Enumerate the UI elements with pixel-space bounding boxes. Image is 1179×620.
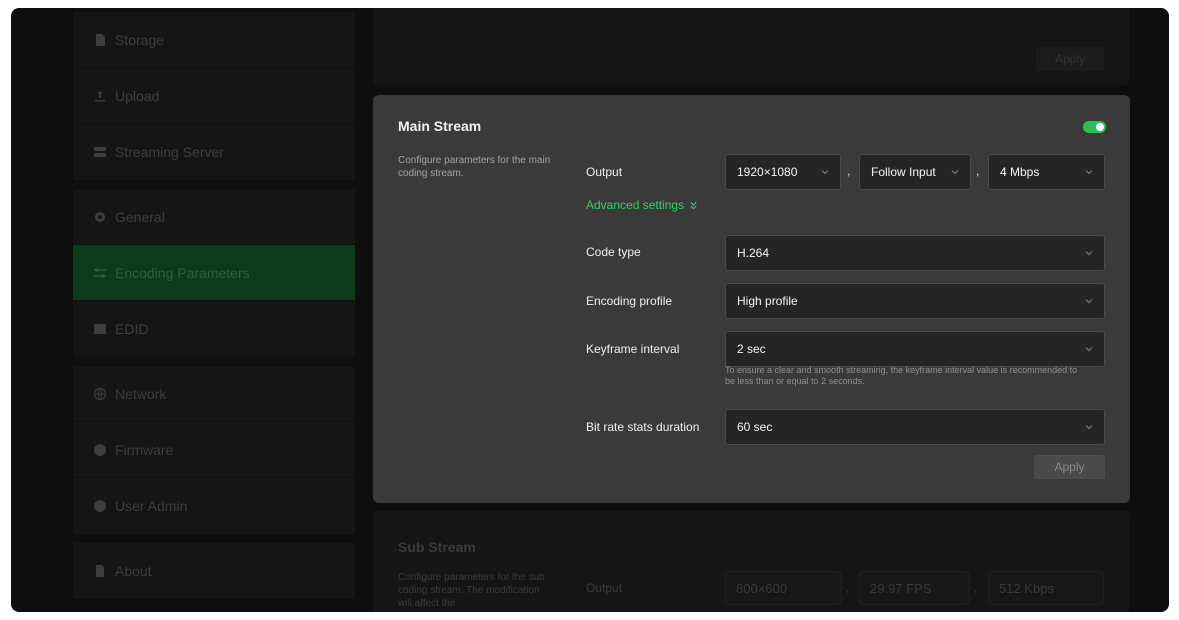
chevron-down-icon bbox=[950, 167, 960, 177]
framerate-select[interactable]: Follow Input bbox=[859, 154, 971, 190]
bitrate-stats-select[interactable]: 60 sec bbox=[725, 409, 1105, 445]
main-stream-panel: Main Stream Configure parameters for the… bbox=[373, 95, 1130, 503]
sidebar-group-storage: Storage Upload Streaming Server bbox=[73, 12, 355, 180]
advanced-settings-link[interactable]: Advanced settings bbox=[586, 198, 698, 212]
sidebar-group-network: Network Firmware User Admin bbox=[73, 366, 355, 534]
bitrate-select[interactable]: 4 Mbps bbox=[988, 154, 1105, 190]
apply-button-background[interactable]: Apply bbox=[1036, 47, 1104, 71]
info-icon bbox=[93, 443, 107, 457]
document-icon bbox=[93, 564, 107, 578]
sidebar-item-general[interactable]: General bbox=[73, 189, 355, 245]
bitrate-value: 4 Mbps bbox=[1000, 165, 1040, 179]
code-type-label: Code type bbox=[586, 245, 641, 259]
chevron-down-icon bbox=[1084, 422, 1094, 432]
sidebar-item-upload[interactable]: Upload bbox=[73, 68, 355, 124]
sub-stream-output-label: Output bbox=[586, 581, 623, 595]
edid-icon bbox=[93, 322, 107, 336]
encoding-profile-value: High profile bbox=[737, 294, 798, 308]
apply-button[interactable]: Apply bbox=[1034, 455, 1105, 479]
sidebar-item-label: Upload bbox=[115, 87, 160, 104]
sub-stream-panel: Sub Stream Configure parameters for the … bbox=[373, 511, 1129, 612]
sidebar-item-firmware[interactable]: Firmware bbox=[73, 422, 355, 478]
main-stream-title: Main Stream bbox=[398, 118, 482, 134]
sidebar-item-label: Firmware bbox=[115, 441, 174, 458]
sidebar-group-general: General Encoding Parameters EDID bbox=[73, 189, 355, 357]
sidebar-item-streaming-server[interactable]: Streaming Server bbox=[73, 124, 355, 180]
server-icon bbox=[93, 145, 107, 159]
sub-stream-title: Sub Stream bbox=[398, 539, 476, 555]
background-panel-top: Apply bbox=[373, 8, 1129, 85]
separator: , bbox=[974, 581, 978, 595]
chevron-down-icon bbox=[1084, 344, 1094, 354]
sidebar-item-edid[interactable]: EDID bbox=[73, 301, 355, 357]
sidebar-item-label: About bbox=[115, 563, 152, 579]
sidebar-item-label: User Admin bbox=[115, 498, 188, 514]
double-chevron-down-icon bbox=[690, 201, 697, 209]
chevron-down-icon bbox=[820, 167, 830, 177]
chevron-down-icon bbox=[1084, 248, 1094, 258]
chevron-down-icon bbox=[1084, 296, 1094, 306]
advanced-settings-label: Advanced settings bbox=[586, 198, 685, 212]
code-type-select[interactable]: H.264 bbox=[725, 235, 1105, 271]
sidebar-item-about[interactable]: About bbox=[73, 543, 355, 599]
sidebar-item-label: Encoding Parameters bbox=[115, 264, 250, 281]
separator: , bbox=[847, 164, 851, 178]
keyframe-interval-label: Keyframe interval bbox=[586, 342, 680, 356]
sidebar-item-storage[interactable]: Storage bbox=[73, 12, 355, 68]
separator: , bbox=[846, 581, 850, 595]
keyframe-interval-value: 2 sec bbox=[737, 342, 766, 356]
sidebar-group-about: About bbox=[73, 543, 355, 599]
resolution-select[interactable]: 1920×1080 bbox=[725, 154, 841, 190]
sidebar-item-encoding-parameters[interactable]: Encoding Parameters bbox=[73, 245, 355, 301]
sub-stream-description: Configure parameters for the sub coding … bbox=[398, 572, 545, 609]
sidebar-item-network[interactable]: Network bbox=[73, 366, 355, 422]
bitrate-stats-value: 60 sec bbox=[737, 420, 773, 434]
sidebar-item-label: Streaming Server bbox=[115, 144, 224, 160]
sub-stream-resolution-select[interactable]: 800×600 bbox=[725, 571, 842, 605]
code-type-value: H.264 bbox=[737, 246, 770, 260]
sidebar-item-label: Storage bbox=[115, 31, 165, 48]
sidebar-item-label: General bbox=[115, 208, 165, 225]
output-label: Output bbox=[586, 165, 623, 179]
framerate-value: Follow Input bbox=[871, 165, 936, 179]
main-stream-description: Configure parameters for the main coding… bbox=[398, 155, 551, 179]
sidebar-item-label: EDID bbox=[115, 321, 149, 337]
upload-icon bbox=[93, 89, 107, 103]
globe-icon bbox=[93, 387, 107, 401]
gear-icon bbox=[93, 210, 107, 224]
user-icon bbox=[93, 499, 107, 513]
encoding-profile-select[interactable]: High profile bbox=[725, 283, 1105, 319]
app-screen: Storage Upload Streaming Server General … bbox=[11, 8, 1169, 612]
storage-icon bbox=[93, 33, 107, 47]
keyframe-interval-select[interactable]: 2 sec bbox=[725, 331, 1105, 367]
sub-stream-framerate-select[interactable]: 29.97 FPS bbox=[859, 571, 970, 605]
main-stream-toggle[interactable] bbox=[1083, 121, 1106, 133]
sliders-icon bbox=[93, 266, 107, 280]
sub-stream-bitrate-select[interactable]: 512 Kbps bbox=[988, 571, 1104, 605]
bitrate-stats-label: Bit rate stats duration bbox=[586, 420, 700, 434]
sidebar-item-user-admin[interactable]: User Admin bbox=[73, 478, 355, 534]
sidebar-item-label: Network bbox=[115, 385, 167, 402]
encoding-profile-label: Encoding profile bbox=[586, 294, 673, 308]
chevron-down-icon bbox=[1084, 167, 1094, 177]
separator: , bbox=[976, 164, 980, 178]
keyframe-hint: To ensure a clear and smooth streaming, … bbox=[725, 365, 1078, 386]
resolution-value: 1920×1080 bbox=[737, 165, 798, 179]
